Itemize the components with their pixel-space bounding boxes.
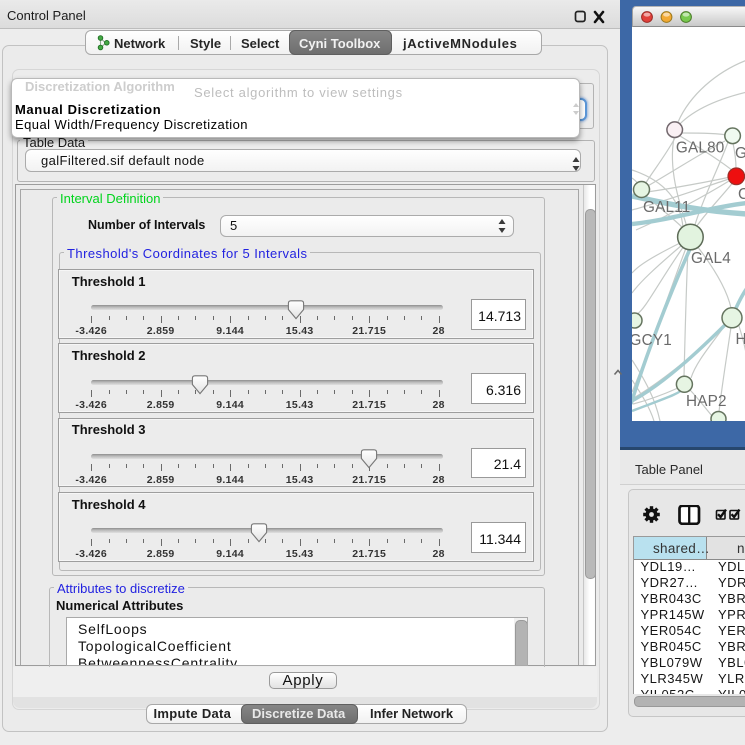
svg-text:H: H	[736, 331, 745, 348]
svg-text:C: C	[738, 186, 745, 203]
svg-text:GCY1: GCY1	[632, 332, 672, 349]
svg-text:HAP2: HAP2	[686, 393, 727, 410]
svg-text:GAL80: GAL80	[676, 139, 725, 156]
svg-text:GAL4: GAL4	[691, 250, 731, 267]
svg-text:GA: GA	[735, 145, 745, 162]
svg-text:GAL11: GAL11	[643, 199, 691, 216]
